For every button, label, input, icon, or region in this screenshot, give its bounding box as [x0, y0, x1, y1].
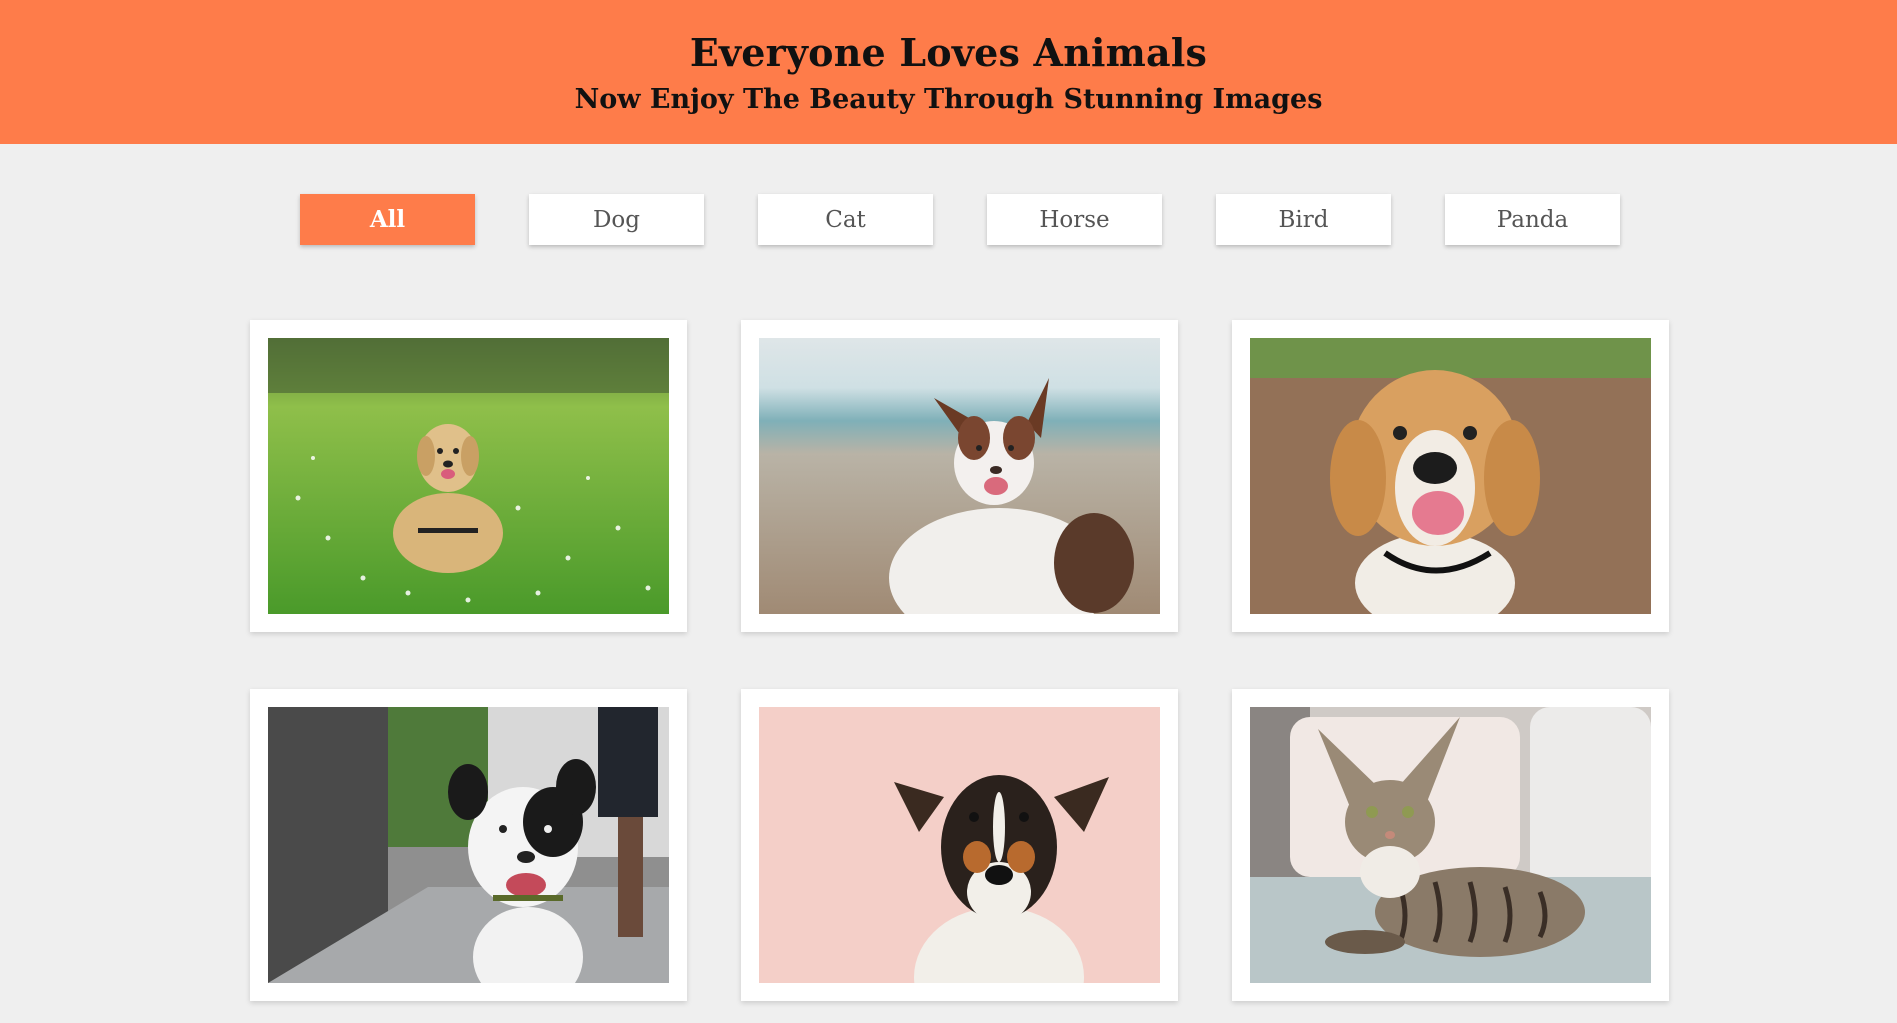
filter-bird-button[interactable]: Bird: [1216, 194, 1391, 245]
filter-horse-button[interactable]: Horse: [987, 194, 1162, 245]
gallery-card[interactable]: [250, 689, 687, 1001]
page-header: Everyone Loves Animals Now Enjoy The Bea…: [0, 0, 1897, 144]
gallery-card[interactable]: [741, 320, 1178, 632]
gallery-card[interactable]: [250, 320, 687, 632]
terrier-image: [759, 707, 1160, 983]
border-collie-image: [759, 338, 1160, 614]
page-subtitle: Now Enjoy The Beauty Through Stunning Im…: [574, 84, 1323, 115]
gallery-image[interactable]: [1250, 338, 1651, 614]
filter-all-button[interactable]: All: [300, 194, 475, 245]
tabby-cat-image: [1250, 707, 1651, 983]
beagle-image: [1250, 338, 1651, 614]
filter-panda-button[interactable]: Panda: [1445, 194, 1620, 245]
gallery-image[interactable]: [759, 338, 1160, 614]
gallery-card[interactable]: [1232, 689, 1669, 1001]
gallery-image[interactable]: [1250, 707, 1651, 983]
page-title: Everyone Loves Animals: [689, 30, 1208, 75]
gallery-card[interactable]: [741, 689, 1178, 1001]
gallery-image[interactable]: [759, 707, 1160, 983]
filter-cat-button[interactable]: Cat: [758, 194, 933, 245]
gallery-image[interactable]: [268, 338, 669, 614]
golden-retriever-image: [268, 338, 669, 614]
pointer-dog-image: [268, 707, 669, 983]
filter-dog-button[interactable]: Dog: [529, 194, 704, 245]
gallery-image[interactable]: [268, 707, 669, 983]
gallery-card[interactable]: [1232, 320, 1669, 632]
